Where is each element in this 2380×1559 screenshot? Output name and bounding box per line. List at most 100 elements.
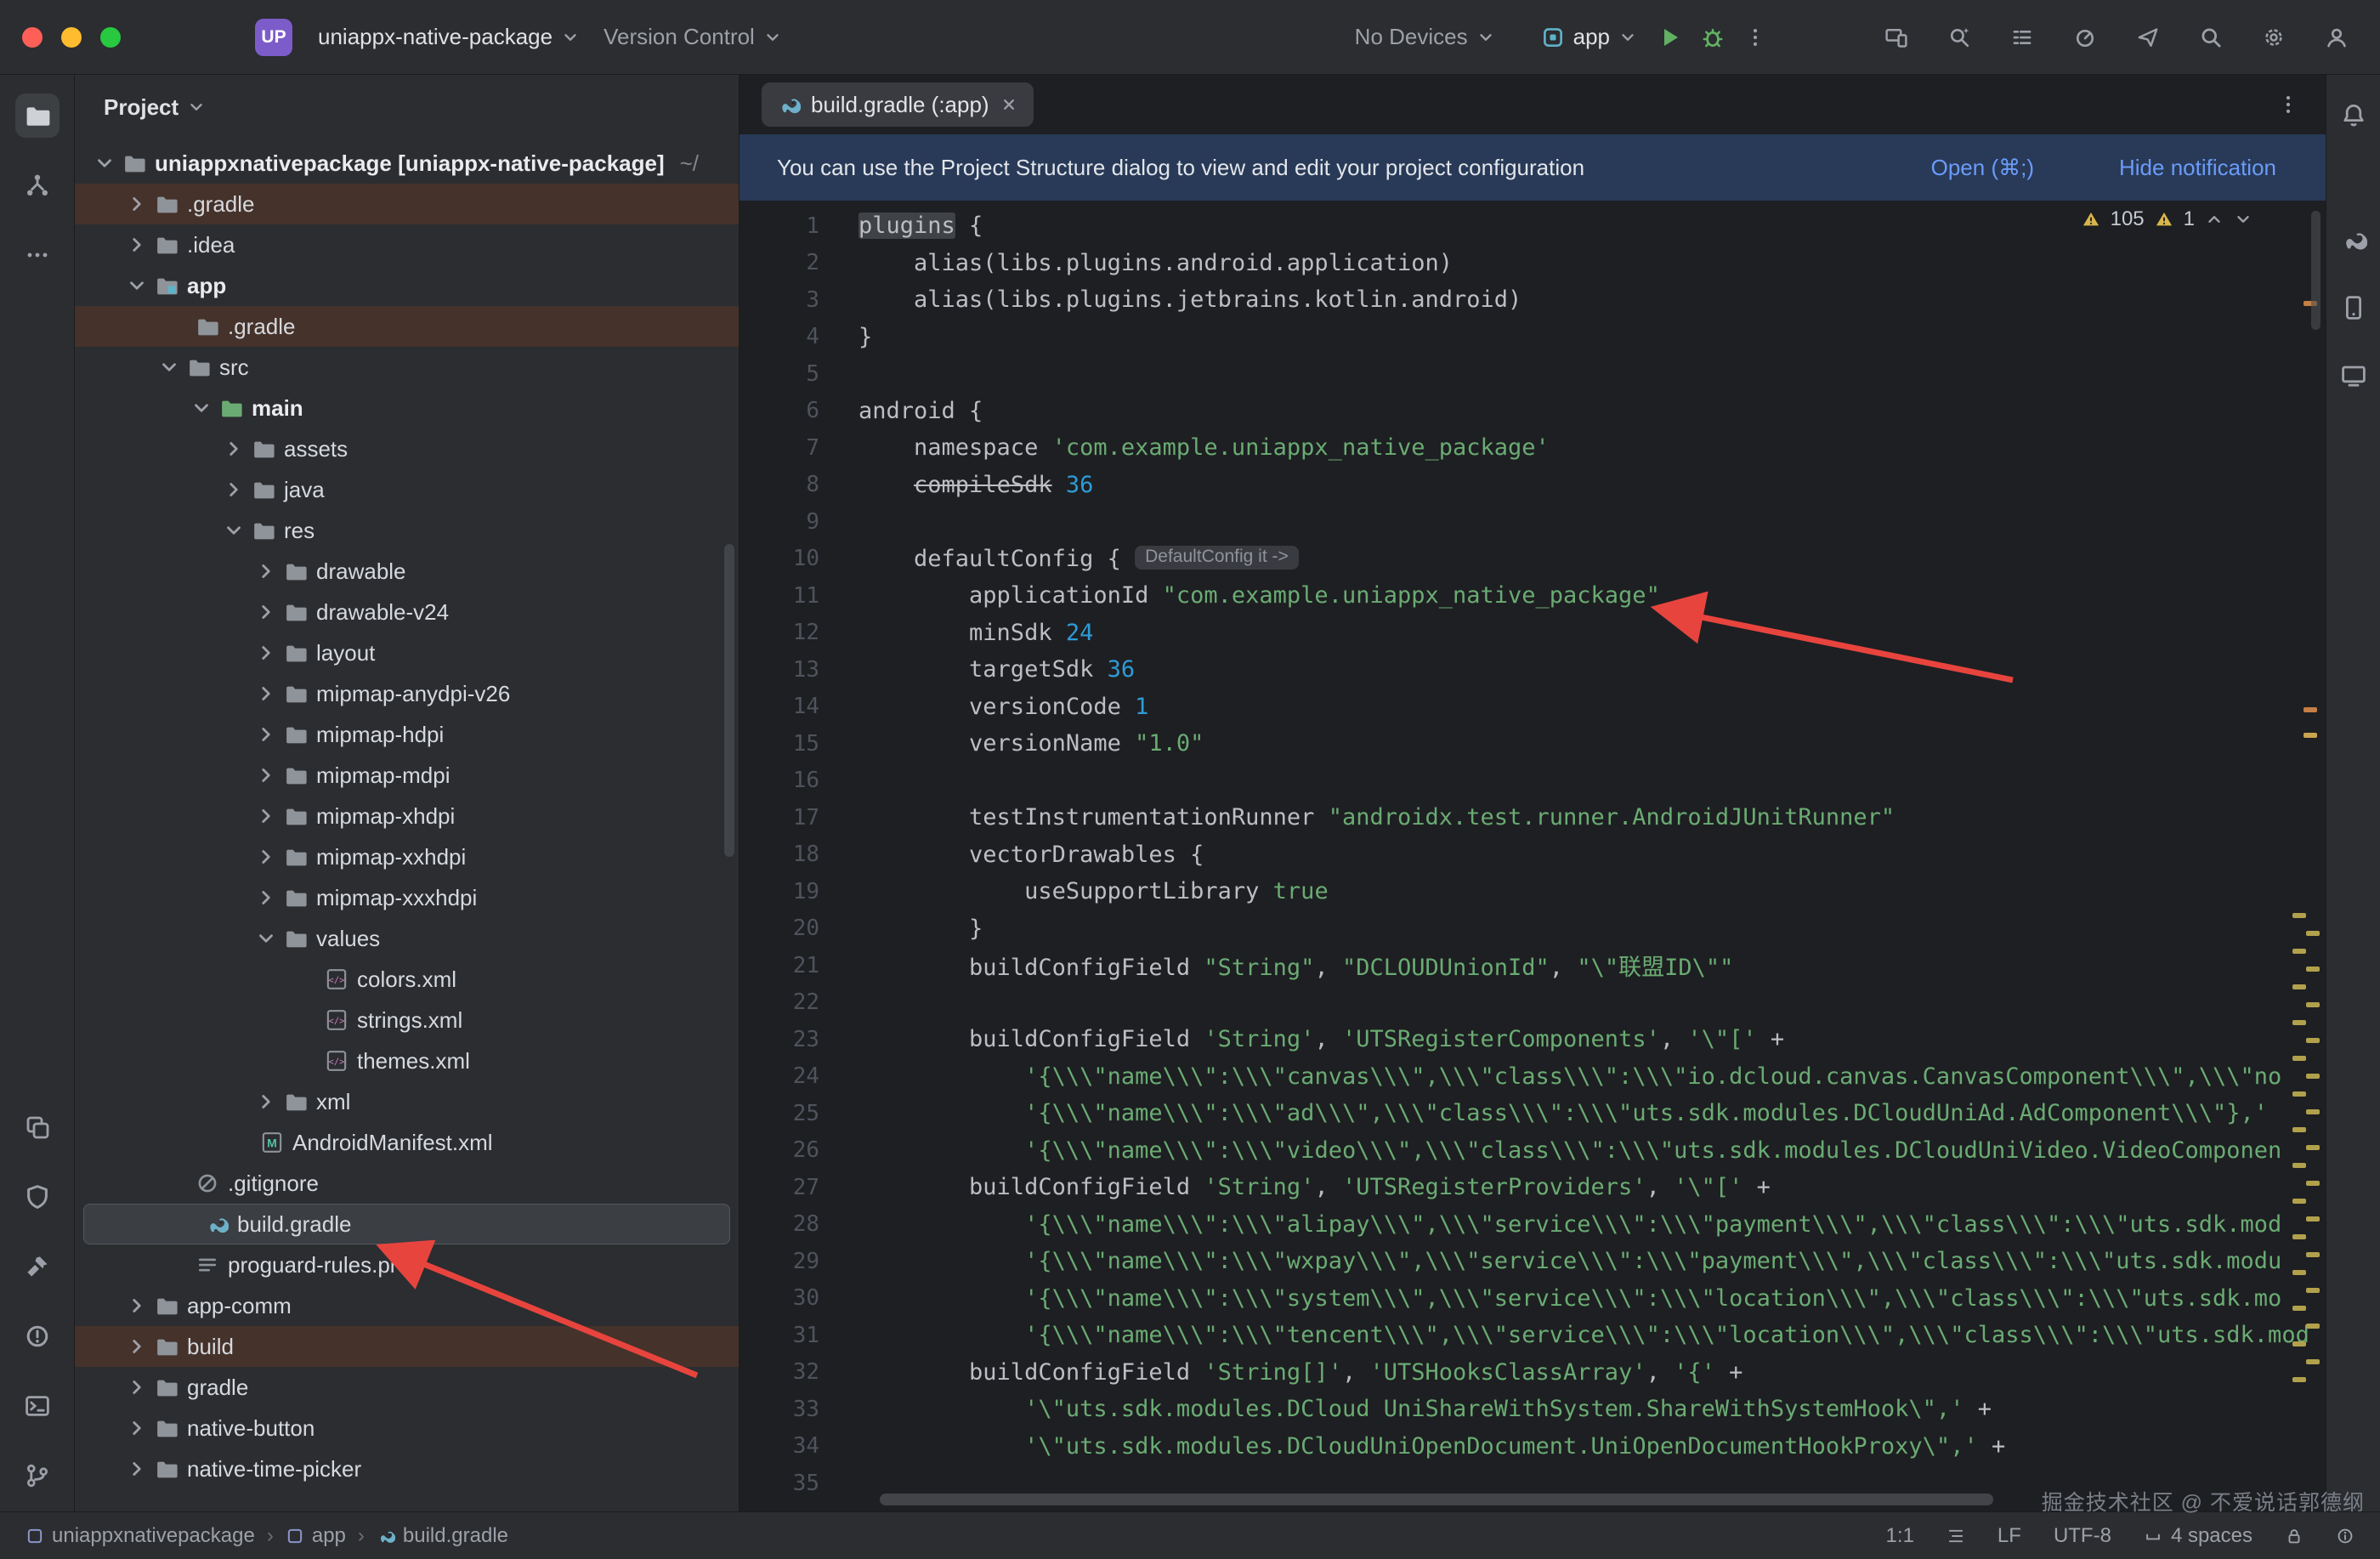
code-line-31[interactable]: 31 '{\\\"name\\\":\\\"tencent\\\",\\\"se… (740, 1317, 2326, 1354)
tree-item-mipmap-xhdpi[interactable]: mipmap-xhdpi (75, 796, 739, 836)
cursor-position[interactable]: 1:1 (1886, 1524, 1914, 1548)
line-number[interactable]: 34 (740, 1433, 858, 1459)
line-number[interactable]: 30 (740, 1285, 858, 1311)
chevron-right-icon[interactable] (126, 193, 148, 215)
next-problem-button[interactable] (2234, 210, 2252, 229)
editor-options-button[interactable] (2270, 86, 2307, 123)
chevron-right-icon[interactable] (126, 1376, 148, 1398)
breadcrumb-uniappxnativepackage[interactable]: uniappxnativepackage (26, 1524, 255, 1548)
chevron-down-icon[interactable] (190, 397, 212, 419)
code-line-28[interactable]: 28 '{\\\"name\\\":\\\"alipay\\\",\\\"ser… (740, 1206, 2326, 1244)
structure-icon[interactable] (15, 163, 60, 207)
line-number[interactable]: 17 (740, 805, 858, 831)
line-number[interactable]: 1 (740, 213, 858, 239)
code-editor[interactable]: 1plugins {2 alias(libs.plugins.android.a… (740, 201, 2326, 1511)
notifications-icon[interactable] (2333, 95, 2374, 136)
inspections-status-icon[interactable] (2336, 1527, 2354, 1545)
line-number[interactable]: 35 (740, 1471, 858, 1496)
line-number[interactable]: 19 (740, 879, 858, 904)
ai-assistant-icon[interactable] (1938, 16, 1980, 59)
tree-item-gradle[interactable]: .gradle (75, 306, 739, 347)
chevron-right-icon[interactable] (255, 723, 277, 745)
tree-item-mipmap-hdpi[interactable]: mipmap-hdpi (75, 714, 739, 755)
tree-item-xml[interactable]: xml (75, 1081, 739, 1122)
code-line-34[interactable]: 34 '\"uts.sdk.modules.DCloudUniOpenDocum… (740, 1428, 2326, 1465)
tree-item-res[interactable]: res (75, 510, 739, 551)
code-line-20[interactable]: 20 } (740, 910, 2326, 948)
line-separator[interactable]: LF (1998, 1524, 2021, 1548)
editor-horizontal-scrollbar[interactable] (880, 1494, 1993, 1505)
code-line-3[interactable]: 3 alias(libs.plugins.jetbrains.kotlin.an… (740, 281, 2326, 319)
tree-item-app[interactable]: app (75, 265, 739, 306)
line-number[interactable]: 9 (740, 509, 858, 535)
tree-item-themes-xml[interactable]: </>themes.xml (75, 1040, 739, 1081)
line-number[interactable]: 13 (740, 657, 858, 683)
chevron-right-icon[interactable] (255, 683, 277, 705)
send-icon[interactable] (2127, 16, 2169, 59)
chevron-down-icon[interactable] (158, 356, 180, 378)
line-number[interactable]: 32 (740, 1359, 858, 1385)
code-line-21[interactable]: 21 buildConfigField "String", "DCLOUDUni… (740, 947, 2326, 984)
tree-item-java[interactable]: java (75, 469, 739, 510)
chevron-right-icon[interactable] (255, 1091, 277, 1113)
code-style-icon[interactable] (1946, 1527, 1965, 1545)
tree-item-app-comm[interactable]: app-comm (75, 1285, 739, 1326)
chevron-right-icon[interactable] (255, 601, 277, 623)
account-icon[interactable] (2315, 16, 2358, 59)
code-line-29[interactable]: 29 '{\\\"name\\\":\\\"wxpay\\\",\\\"serv… (740, 1243, 2326, 1280)
line-number[interactable]: 10 (740, 546, 858, 571)
line-number[interactable]: 24 (740, 1063, 858, 1089)
chevron-right-icon[interactable] (126, 234, 148, 256)
code-line-14[interactable]: 14 versionCode 1 (740, 689, 2326, 726)
tree-item-mipmap-mdpi[interactable]: mipmap-mdpi (75, 755, 739, 796)
line-number[interactable]: 21 (740, 953, 858, 978)
chevron-right-icon[interactable] (223, 479, 245, 501)
device-manager-icon[interactable] (2333, 287, 2374, 328)
tree-item-main[interactable]: main (75, 388, 739, 428)
code-line-33[interactable]: 33 '\"uts.sdk.modules.DCloud UniShareWit… (740, 1391, 2326, 1428)
code-line-11[interactable]: 11 applicationId "com.example.uniappx_na… (740, 577, 2326, 615)
tree-item-strings-xml[interactable]: </>strings.xml (75, 1000, 739, 1040)
close-tab-icon[interactable] (1000, 95, 1018, 114)
project-panel-header[interactable]: Project (75, 75, 739, 139)
tree-item-values[interactable]: values (75, 918, 739, 959)
project-selector[interactable]: uniappx-native-package (306, 17, 592, 57)
more-run-actions-button[interactable] (1734, 16, 1776, 59)
code-line-32[interactable]: 32 buildConfigField 'String[]', 'UTSHook… (740, 1354, 2326, 1392)
build-icon[interactable] (15, 1244, 60, 1289)
project-scrollbar[interactable] (724, 544, 734, 857)
code-line-16[interactable]: 16 (740, 762, 2326, 800)
breadcrumb-app[interactable]: app (286, 1524, 346, 1548)
terminal-icon[interactable] (15, 1384, 60, 1428)
code-line-6[interactable]: 6android { (740, 393, 2326, 430)
code-line-9[interactable]: 9 (740, 503, 2326, 541)
line-number[interactable]: 28 (740, 1211, 858, 1237)
tab-build-gradle[interactable]: build.gradle (:app) (762, 82, 1034, 127)
line-number[interactable]: 25 (740, 1101, 858, 1126)
inspections-widget[interactable]: 105 1 (2082, 207, 2252, 231)
debug-button[interactable] (1692, 16, 1734, 59)
line-number[interactable]: 14 (740, 694, 858, 719)
code-line-17[interactable]: 17 testInstrumentationRunner "androidx.t… (740, 799, 2326, 836)
chevron-right-icon[interactable] (255, 887, 277, 909)
line-number[interactable]: 4 (740, 324, 858, 349)
line-number[interactable]: 31 (740, 1323, 858, 1348)
running-devices-icon[interactable] (2333, 355, 2374, 396)
tree-item-proguard-rules-pro[interactable]: proguard-rules.pro (75, 1244, 739, 1285)
breadcrumb-build-gradle[interactable]: build.gradle (377, 1524, 508, 1548)
tree-item-mipmap-xxhdpi[interactable]: mipmap-xxhdpi (75, 836, 739, 877)
tree-item-mipmap-anydpi-v26[interactable]: mipmap-anydpi-v26 (75, 673, 739, 714)
indent-setting[interactable]: 4 spaces (2144, 1524, 2252, 1548)
tree-item-androidmanifest-xml[interactable]: MAndroidManifest.xml (75, 1122, 739, 1163)
line-number[interactable]: 6 (740, 398, 858, 423)
code-line-13[interactable]: 13 targetSdk 36 (740, 651, 2326, 689)
line-number[interactable]: 2 (740, 250, 858, 275)
app-insights-icon[interactable] (15, 1175, 60, 1219)
error-stripe[interactable] (2292, 201, 2326, 1511)
code-line-24[interactable]: 24 '{\\\"name\\\":\\\"canvas\\\",\\\"cla… (740, 1058, 2326, 1096)
line-number[interactable]: 22 (740, 989, 858, 1015)
code-line-26[interactable]: 26 '{\\\"name\\\":\\\"video\\\",\\\"clas… (740, 1132, 2326, 1170)
tree-item-gradle[interactable]: .gradle (75, 184, 739, 224)
tree-item-build-gradle[interactable]: build.gradle (83, 1204, 730, 1244)
chevron-down-icon[interactable] (255, 927, 277, 950)
